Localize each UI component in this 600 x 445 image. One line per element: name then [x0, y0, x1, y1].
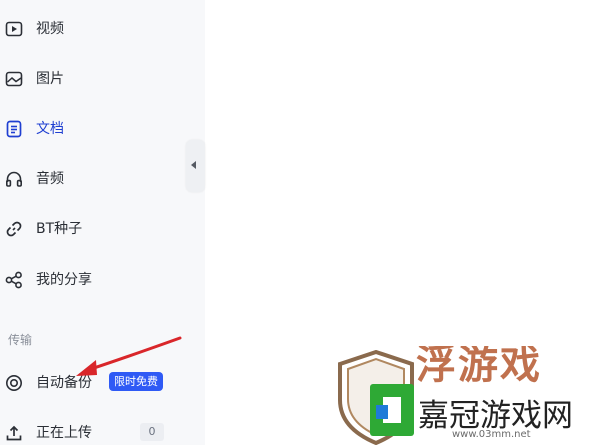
- sidebar-item-label: 音频: [36, 171, 64, 187]
- sidebar-item-audio[interactable]: 音频: [0, 162, 200, 196]
- sidebar-item-label: 图片: [36, 71, 64, 87]
- limited-free-badge: 限时免费: [109, 372, 163, 391]
- headphones-icon: [5, 170, 23, 188]
- sidebar-item-documents[interactable]: 文档: [0, 112, 200, 146]
- image-icon: [5, 70, 23, 88]
- upload-icon: [5, 424, 23, 442]
- sidebar-item-video[interactable]: 视频: [0, 12, 200, 46]
- app-screen: 视频 图片 文档 音频 BT种子 我的分享 传输 自动备份 限时免费 正在上传 …: [0, 0, 600, 445]
- sidebar-item-uploading[interactable]: 正在上传 0: [0, 416, 200, 445]
- sidebar-item-my-share[interactable]: 我的分享: [0, 263, 200, 297]
- link-icon: [5, 220, 23, 238]
- shield-logo-icon: [338, 350, 414, 445]
- sidebar-item-images[interactable]: 图片: [0, 62, 200, 96]
- sidebar-item-label: 文档: [36, 121, 64, 137]
- sidebar-item-label: 正在上传: [36, 425, 92, 441]
- video-icon: [5, 20, 23, 38]
- site-watermark: 浮游戏 嘉冠游戏网 www.03mm.net: [328, 346, 600, 445]
- document-icon: [5, 120, 23, 138]
- sidebar-item-label: 视频: [36, 21, 64, 37]
- backup-icon: [5, 374, 23, 392]
- watermark-top-text: 浮游戏: [416, 346, 542, 388]
- sidebar-item-bt-torrent[interactable]: BT种子: [0, 212, 200, 246]
- sidebar-item-label: BT种子: [36, 221, 83, 237]
- chevron-left-icon: [191, 161, 196, 169]
- watermark-url: www.03mm.net: [452, 429, 531, 440]
- sidebar-item-label: 自动备份: [36, 375, 92, 391]
- sidebar-item-label: 我的分享: [36, 272, 92, 288]
- sidebar-item-auto-backup[interactable]: 自动备份 限时免费: [0, 366, 200, 400]
- upload-count-badge: 0: [140, 423, 164, 441]
- sidebar: 视频 图片 文档 音频 BT种子 我的分享 传输 自动备份 限时免费 正在上传 …: [0, 0, 205, 445]
- sidebar-collapse-button[interactable]: [186, 140, 205, 192]
- share-icon: [5, 271, 23, 289]
- transfer-section-title: 传输: [8, 333, 33, 347]
